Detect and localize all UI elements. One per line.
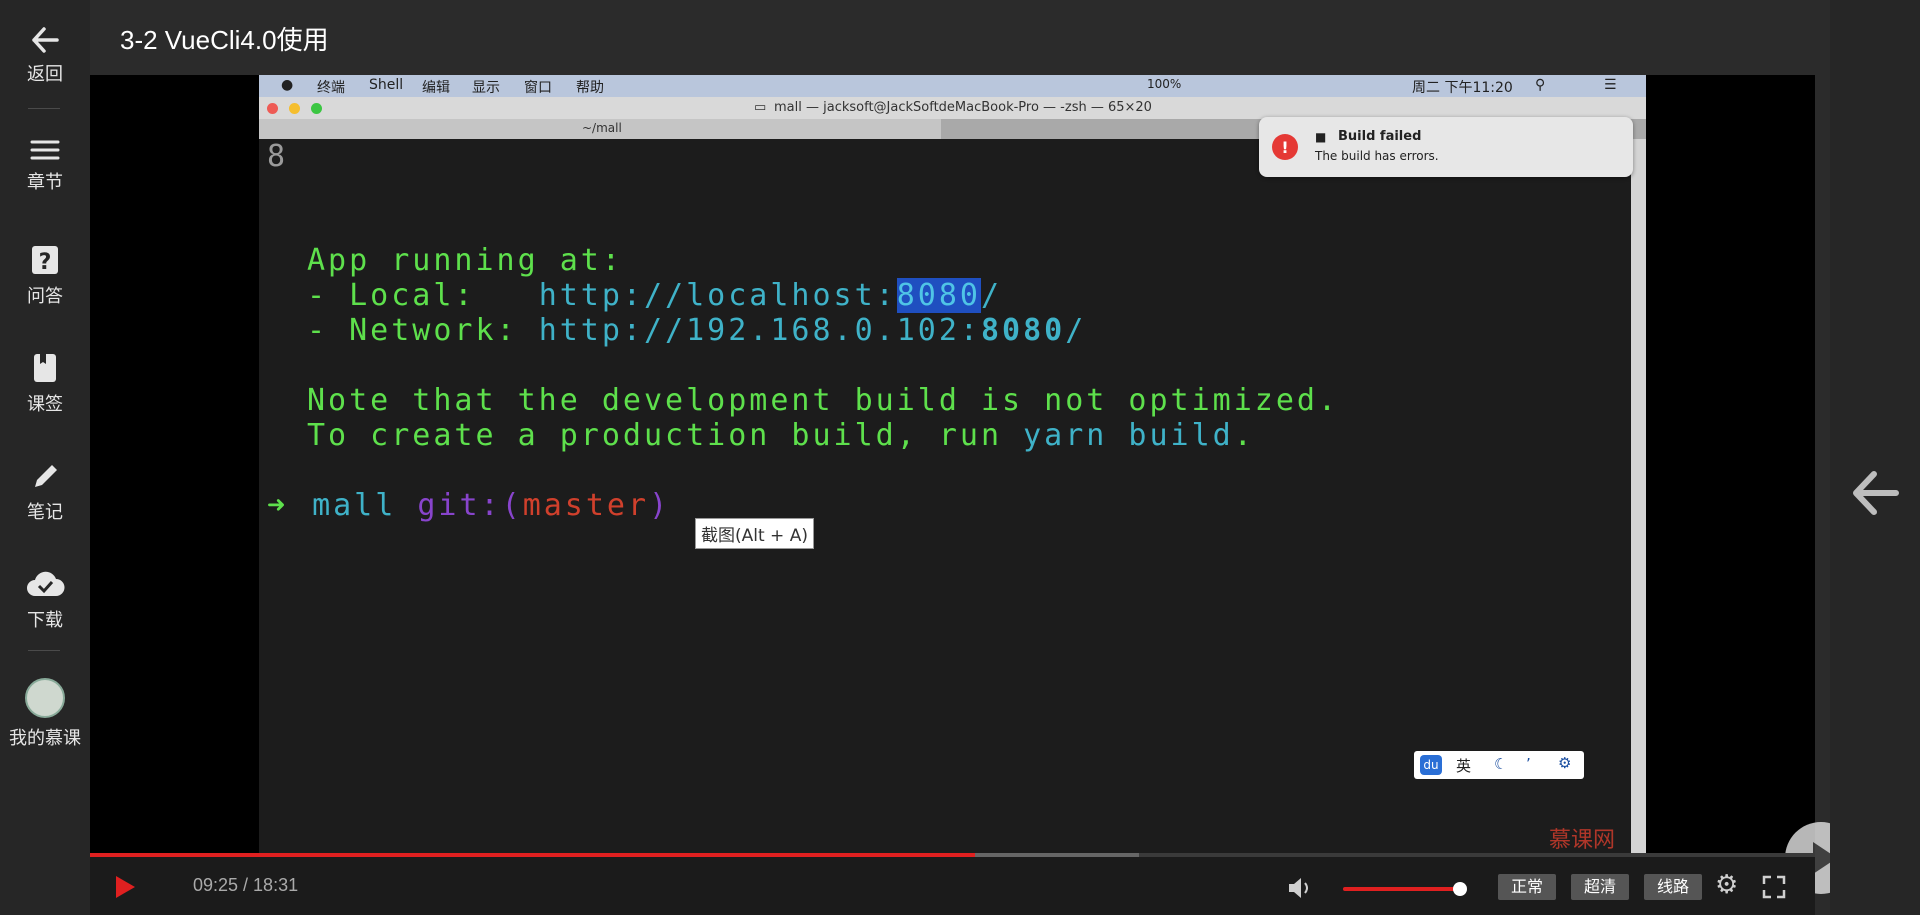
bookmarks-button[interactable]: 课签 — [0, 352, 90, 416]
time-display: 09:25 / 18:31 — [193, 875, 299, 895]
menu-view: 显示 — [472, 80, 500, 96]
terminal-line: App running at: — [307, 243, 623, 278]
menu-help: 帮助 — [576, 80, 604, 96]
terminal-window-title: mall — jacksoft@JackSoftdeMacBook-Pro — … — [774, 100, 1152, 115]
quality-hd-button[interactable]: 超清 — [1571, 874, 1629, 900]
close-dot — [267, 103, 278, 114]
search-icon: ⚲ — [1535, 77, 1546, 93]
question-icon: ? — [32, 246, 58, 275]
arrow-left-icon — [32, 27, 59, 53]
avatar — [25, 678, 65, 718]
play-icon[interactable] — [112, 873, 138, 901]
minimize-dot — [289, 103, 300, 114]
baidu-ime-icon: du — [1420, 755, 1442, 775]
notification-title: Build failed — [1338, 129, 1422, 144]
nav-divider — [28, 108, 60, 109]
build-failed-notification: ! ■ Build failed The build has errors. — [1259, 117, 1633, 177]
fullscreen-icon[interactable] — [1762, 875, 1786, 899]
my-courses-button[interactable]: 我的慕课 — [0, 678, 90, 750]
settings-gear-icon[interactable]: ⚙ — [1715, 870, 1738, 900]
video-frame[interactable]: ● 终端 Shell 编辑 显示 窗口 帮助 100% 周二 下午11:20 ⚲… — [90, 75, 1857, 894]
svg-text:?: ? — [39, 250, 52, 275]
back-label: 返回 — [27, 64, 63, 85]
apple-icon: ● — [281, 77, 294, 93]
bookmark-icon — [34, 354, 56, 382]
menu-shell: Shell — [369, 77, 404, 93]
watermark: 慕课网 — [1549, 828, 1616, 853]
terminal-line: To create a production build, run yarn b… — [307, 418, 1255, 453]
download-button[interactable]: 下载 — [0, 568, 90, 632]
ime-lang: 英 — [1456, 757, 1472, 775]
menu-terminal: 终端 — [317, 80, 345, 96]
battery-percent: 100% — [1147, 77, 1182, 91]
error-icon: ! — [1272, 134, 1298, 160]
punctuation-icon: ’ — [1526, 755, 1531, 773]
notes-label: 笔记 — [27, 502, 63, 523]
folder-icon: ▭ — [754, 100, 767, 115]
arrow-left-icon[interactable] — [1850, 468, 1900, 518]
terminal-scrollbar — [1631, 139, 1646, 855]
terminal-line: Note that the development build is not o… — [307, 383, 1340, 418]
terminal-prompt: ➜ mall git:(master) — [267, 488, 671, 523]
notification-body: The build has errors. — [1315, 149, 1439, 163]
page-title: 3-2 VueCli4.0使用 — [120, 25, 329, 55]
terminal-titlebar: ▭ mall — jacksoft@JackSoftdeMacBook-Pro … — [259, 97, 1646, 119]
gear-icon: ⚙ — [1558, 754, 1572, 772]
pencil-icon — [35, 465, 57, 487]
terminal-app-icon: ■ — [1315, 130, 1327, 144]
bookmarks-label: 课签 — [27, 394, 63, 415]
my-courses-label: 我的慕课 — [9, 728, 81, 749]
tab-title: ~/mall — [582, 121, 622, 135]
list-icon: ☰ — [1604, 77, 1617, 93]
volume-knob[interactable] — [1453, 882, 1467, 896]
menu-edit: 编辑 — [422, 80, 450, 96]
terminal-line-local: - Local: http://localhost:8080/ — [307, 278, 1003, 313]
route-button[interactable]: 线路 — [1644, 874, 1702, 900]
terminal-line: 8 — [267, 139, 289, 174]
prompt-arrow-icon: ➜ — [267, 488, 289, 523]
menu-window: 窗口 — [524, 80, 552, 96]
svg-text:!: ! — [1281, 138, 1288, 157]
download-label: 下载 — [27, 610, 63, 631]
moon-icon: ☾ — [1494, 755, 1508, 773]
zoom-dot — [311, 103, 322, 114]
screenshot-tooltip: 截图(Alt + A) — [695, 518, 814, 549]
back-button[interactable]: 返回 — [0, 26, 90, 86]
nav-divider — [28, 650, 60, 651]
chapters-label: 章节 — [27, 172, 63, 193]
mac-menubar: ● 终端 Shell 编辑 显示 窗口 帮助 100% 周二 下午11:20 ⚲… — [259, 75, 1646, 97]
right-panel — [1830, 0, 1920, 915]
terminal-line-network: - Network: http://192.168.0.102:8080/ — [307, 313, 1087, 348]
terminal-output: 8 App running at: - Local: http://localh… — [259, 139, 1631, 855]
quality-normal-button[interactable]: 正常 — [1498, 874, 1556, 900]
cloud-download-icon — [27, 571, 65, 596]
volume-icon[interactable] — [1286, 876, 1314, 900]
menubar-clock: 周二 下午11:20 — [1412, 80, 1513, 96]
left-sidebar: 返回 章节 ? 问答 课签 笔记 下载 我的慕课 — [0, 0, 90, 915]
screen-recording: ● 终端 Shell 编辑 显示 窗口 帮助 100% 周二 下午11:20 ⚲… — [259, 75, 1646, 855]
ime-toolbar: du 英 ☾ ’ ⚙ — [1414, 751, 1584, 779]
notes-button[interactable]: 笔记 — [0, 460, 90, 524]
qa-button[interactable]: ? 问答 — [0, 244, 90, 308]
menu-icon — [30, 140, 60, 160]
qa-label: 问答 — [27, 286, 63, 307]
chapters-button[interactable]: 章节 — [0, 138, 90, 194]
player-controls: 09:25 / 18:31 正常 超清 线路 ⚙ — [90, 857, 1815, 915]
volume-slider[interactable] — [1343, 887, 1460, 891]
